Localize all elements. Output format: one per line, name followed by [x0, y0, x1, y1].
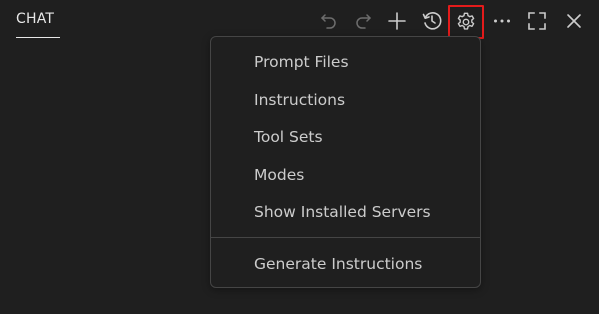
maximize-icon	[527, 11, 547, 31]
history-icon	[421, 10, 443, 32]
settings-button[interactable]	[448, 5, 484, 39]
maximize-button[interactable]	[524, 8, 550, 34]
menu-separator	[211, 237, 480, 238]
ellipsis-icon	[492, 11, 512, 31]
undo-button[interactable]	[316, 8, 342, 34]
menu-item-tool-sets[interactable]: Tool Sets	[211, 119, 480, 155]
redo-button[interactable]	[350, 8, 376, 34]
redo-icon	[353, 11, 373, 31]
menu-item-instructions[interactable]: Instructions	[211, 82, 480, 118]
chat-tab-underline	[16, 37, 60, 38]
menu-item-show-installed-servers[interactable]: Show Installed Servers	[211, 194, 480, 230]
close-button[interactable]	[561, 8, 587, 34]
undo-icon	[319, 11, 339, 31]
plus-icon	[387, 11, 407, 31]
menu-item-modes[interactable]: Modes	[211, 157, 480, 193]
settings-menu: Prompt Files Instructions Tool Sets Mode…	[210, 36, 481, 288]
menu-item-generate-instructions[interactable]: Generate Instructions	[211, 246, 480, 282]
new-chat-button[interactable]	[384, 8, 410, 34]
close-icon	[565, 12, 583, 30]
gear-icon	[455, 11, 477, 33]
history-button[interactable]	[419, 8, 445, 34]
more-actions-button[interactable]	[489, 8, 515, 34]
chat-tab[interactable]: CHAT	[16, 11, 54, 39]
menu-item-prompt-files[interactable]: Prompt Files	[211, 44, 480, 80]
